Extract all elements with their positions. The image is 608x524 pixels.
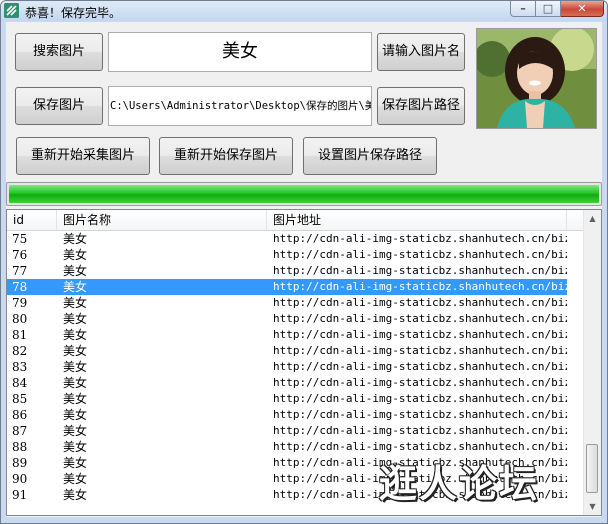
- table-row[interactable]: 79 美女 http://cdn-ali-img-staticbz.shanhute…: [7, 295, 567, 311]
- cell-id: 87: [12, 424, 28, 438]
- cell-url: http://cdn-ali-img-staticbz.shanhutech.c…: [273, 328, 567, 341]
- table-row[interactable]: 87 美女 http://cdn-ali-img-staticbz.shanhute…: [7, 423, 567, 439]
- cell-id: 83: [12, 360, 28, 374]
- cell-id: 85: [12, 392, 28, 406]
- table-row[interactable]: 81 美女 http://cdn-ali-img-staticbz.shanhute…: [7, 327, 567, 343]
- cell-id: 77: [12, 264, 28, 278]
- cell-id: 81: [12, 328, 28, 342]
- cell-url: http://cdn-ali-img-staticbz.shanhutech.c…: [273, 232, 567, 245]
- close-button[interactable]: ✕: [561, 1, 604, 17]
- table-row[interactable]: 78 美女 http://cdn-ali-img-staticbz.shanhute…: [7, 279, 567, 295]
- table-row[interactable]: 76 美女 http://cdn-ali-img-staticbz.shanhute…: [7, 247, 567, 263]
- save-path-button[interactable]: 保存图片路径: [377, 87, 465, 125]
- cell-id: 89: [12, 456, 28, 470]
- cell-name: 美女: [63, 232, 88, 246]
- cell-id: 91: [12, 488, 28, 502]
- cell-name: 美女: [63, 424, 88, 438]
- cell-id: 75: [12, 232, 28, 246]
- cell-url: http://cdn-ali-img-staticbz.shanhutech.c…: [273, 392, 567, 405]
- title-bar[interactable]: 恭喜！保存完毕。 – □ ✕: [1, 1, 607, 21]
- cell-name: 美女: [63, 328, 88, 342]
- cell-url: http://cdn-ali-img-staticbz.shanhutech.c…: [273, 376, 567, 389]
- table-row[interactable]: 82 美女 http://cdn-ali-img-staticbz.shanhute…: [7, 343, 567, 359]
- watermark-text: 逛人论坛: [379, 462, 540, 506]
- cell-url: http://cdn-ali-img-staticbz.shanhutech.c…: [273, 312, 567, 325]
- cell-name: 美女: [63, 376, 88, 390]
- save-progress-bar: [6, 182, 602, 206]
- close-icon: ✕: [577, 2, 587, 15]
- scroll-down-icon[interactable]: ▼: [584, 498, 601, 515]
- window-title: 恭喜！保存完毕。: [25, 6, 122, 20]
- column-header-url[interactable]: 图片地址: [267, 210, 567, 230]
- cell-name: 美女: [63, 472, 88, 486]
- cell-id: 86: [12, 408, 28, 422]
- cell-name: 美女: [63, 488, 88, 502]
- cell-name: 美女: [63, 296, 88, 310]
- cell-name: 美女: [63, 360, 88, 374]
- minimize-icon: –: [520, 2, 526, 15]
- cell-name: 美女: [63, 440, 88, 454]
- cell-id: 76: [12, 248, 28, 262]
- save-path-input[interactable]: C:\Users\Administrator\Desktop\保存的图片\美: [108, 86, 372, 126]
- cell-id: 82: [12, 344, 28, 358]
- table-row[interactable]: 75 美女 http://cdn-ali-img-staticbz.shanhute…: [7, 231, 567, 247]
- table-row[interactable]: 86 美女 http://cdn-ali-img-staticbz.shanhute…: [7, 407, 567, 423]
- restart-save-button[interactable]: 重新开始保存图片: [159, 137, 293, 175]
- cell-url: http://cdn-ali-img-staticbz.shanhutech.c…: [273, 280, 567, 293]
- app-logo-icon: [4, 3, 19, 18]
- restart-collect-button[interactable]: 重新开始采集图片: [16, 137, 150, 175]
- cell-id: 88: [12, 440, 28, 454]
- portrait-photo: [476, 28, 597, 129]
- cell-url: http://cdn-ali-img-staticbz.shanhutech.c…: [273, 408, 567, 421]
- vertical-scrollbar[interactable]: ▲ ▼: [583, 210, 601, 515]
- cell-url: http://cdn-ali-img-staticbz.shanhutech.c…: [273, 360, 567, 373]
- table-row[interactable]: 80 美女 http://cdn-ali-img-staticbz.shanhute…: [7, 311, 567, 327]
- list-header: id 图片名称 图片地址: [7, 210, 585, 231]
- table-row[interactable]: 85 美女 http://cdn-ali-img-staticbz.shanhute…: [7, 391, 567, 407]
- scroll-thumb[interactable]: [586, 444, 598, 493]
- maximize-icon: □: [542, 2, 554, 15]
- cell-id: 84: [12, 376, 28, 390]
- maximize-button[interactable]: □: [536, 1, 561, 17]
- set-save-path-button[interactable]: 设置图片保存路径: [303, 137, 437, 175]
- cell-name: 美女: [63, 392, 88, 406]
- cell-name: 美女: [63, 344, 88, 358]
- cell-id: 79: [12, 296, 28, 310]
- cell-id: 78: [12, 280, 28, 294]
- cell-url: http://cdn-ali-img-staticbz.shanhutech.c…: [273, 424, 567, 437]
- cell-url: http://cdn-ali-img-staticbz.shanhutech.c…: [273, 264, 567, 277]
- minimize-button[interactable]: –: [510, 1, 536, 17]
- cell-name: 美女: [63, 280, 88, 294]
- cell-name: 美女: [63, 264, 88, 278]
- table-row[interactable]: 83 美女 http://cdn-ali-img-staticbz.shanhute…: [7, 359, 567, 375]
- cell-name: 美女: [63, 408, 88, 422]
- cell-url: http://cdn-ali-img-staticbz.shanhutech.c…: [273, 248, 567, 261]
- cell-name: 美女: [63, 456, 88, 470]
- app-window: 恭喜！保存完毕。 – □ ✕ 搜索图片 美女 请输入图片名 保存图片 C:\Us…: [0, 0, 608, 524]
- cell-url: http://cdn-ali-img-staticbz.shanhutech.c…: [273, 296, 567, 309]
- cell-id: 90: [12, 472, 28, 486]
- column-header-id[interactable]: id: [7, 210, 57, 230]
- search-keyword-input[interactable]: 美女: [108, 32, 372, 72]
- cell-url: http://cdn-ali-img-staticbz.shanhutech.c…: [273, 344, 567, 357]
- cell-name: 美女: [63, 248, 88, 262]
- client-area: 搜索图片 美女 请输入图片名 保存图片 C:\Users\Administrat…: [6, 22, 602, 517]
- progress-fill: [9, 185, 599, 203]
- enter-image-name-button[interactable]: 请输入图片名: [377, 33, 465, 71]
- save-image-button[interactable]: 保存图片: [15, 87, 103, 125]
- column-header-name[interactable]: 图片名称: [57, 210, 267, 230]
- table-row[interactable]: 84 美女 http://cdn-ali-img-staticbz.shanhute…: [7, 375, 567, 391]
- table-row[interactable]: 77 美女 http://cdn-ali-img-staticbz.shanhute…: [7, 263, 567, 279]
- search-image-button[interactable]: 搜索图片: [15, 33, 103, 71]
- scroll-up-icon[interactable]: ▲: [584, 210, 601, 227]
- cell-name: 美女: [63, 312, 88, 326]
- cell-id: 80: [12, 312, 28, 326]
- window-controls: – □ ✕: [510, 1, 604, 17]
